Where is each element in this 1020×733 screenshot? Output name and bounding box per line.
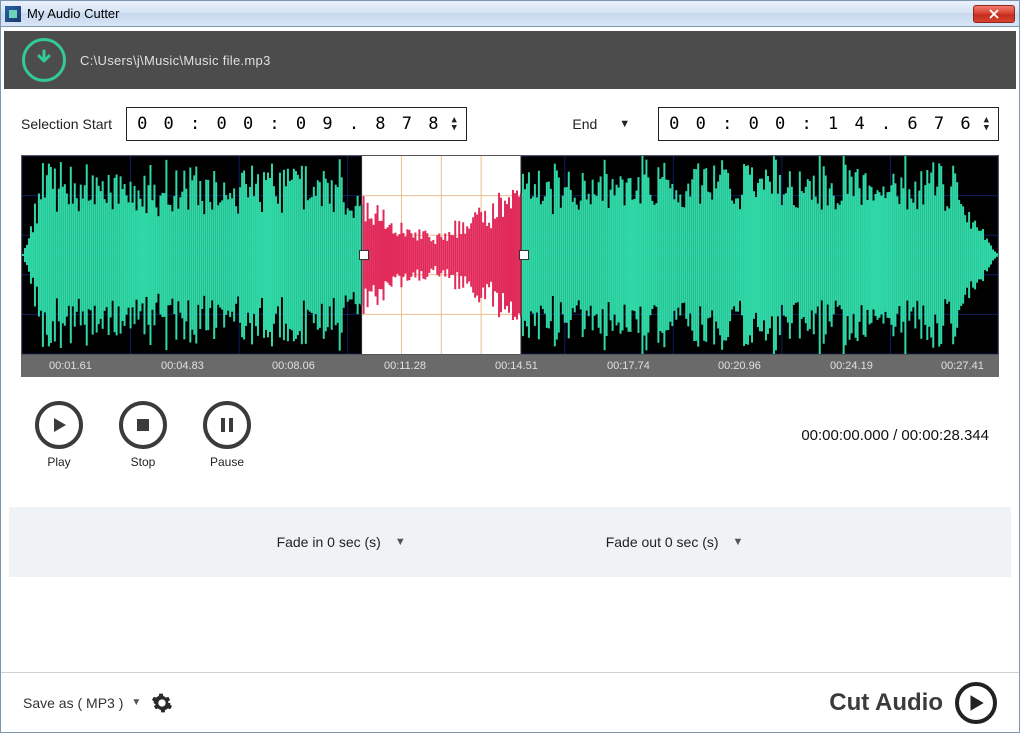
close-button[interactable] [973,5,1015,23]
file-bar: C:\Users\j\Music\Music file.mp3 [1,27,1019,89]
stop-icon [119,401,167,449]
fade-settings: Fade in 0 sec (s) ▼ Fade out 0 sec (s) ▼ [9,507,1011,577]
arrow-right-icon [955,682,997,724]
file-path: C:\Users\j\Music\Music file.mp3 [80,53,271,68]
selection-start-label: Selection Start [21,116,112,132]
ruler-tick: 00:01.61 [49,360,92,372]
playback-controls: Play Stop Pause 00:00:00.000 / 00:00:28.… [1,377,1019,489]
cut-audio-button[interactable]: Cut Audio [829,682,997,724]
play-button[interactable]: Play [35,401,83,469]
ruler-tick: 00:17.74 [607,360,650,372]
footer: Save as ( MP3 ) ▼ Cut Audio [1,672,1019,732]
start-spinner[interactable]: ▲▼ [451,116,459,132]
selection-start-value: 0 0 : 0 0 : 0 9 . 8 7 8 [137,114,441,134]
waveform[interactable] [21,155,999,355]
time-selection-row: Selection Start 0 0 : 0 0 : 0 9 . 8 7 8 … [1,89,1019,155]
ruler-tick: 00:04.83 [161,360,204,372]
chevron-down-icon: ▼ [395,536,406,548]
pause-icon [203,401,251,449]
gear-icon[interactable] [151,692,173,714]
selection-end-handle[interactable] [519,250,529,260]
pause-button[interactable]: Pause [203,401,251,469]
ruler-tick: 00:27.41 [941,360,984,372]
fade-out-dropdown[interactable]: Fade out 0 sec (s) ▼ [606,534,744,550]
app-icon [5,6,21,22]
ruler-tick: 00:20.96 [718,360,761,372]
selection-end-input[interactable]: 0 0 : 0 0 : 1 4 . 6 7 6 ▲▼ [658,107,999,141]
chevron-down-icon: ▼ [733,536,744,548]
selection-start-handle[interactable] [359,250,369,260]
load-file-button[interactable] [22,38,66,82]
save-as-dropdown[interactable]: Save as ( MP3 ) ▼ [23,695,141,711]
end-spinner[interactable]: ▲▼ [984,116,992,132]
play-icon [35,401,83,449]
end-dropdown-icon[interactable]: ▼ [619,118,630,130]
window-title: My Audio Cutter [27,6,973,21]
selection-end-label: End [572,116,597,132]
chevron-down-icon: ▼ [131,697,141,708]
time-ruler: 00:01.61 00:04.83 00:08.06 00:11.28 00:1… [21,355,999,377]
ruler-tick: 00:11.28 [384,360,426,372]
selection-start-input[interactable]: 0 0 : 0 0 : 0 9 . 8 7 8 ▲▼ [126,107,467,141]
titlebar: My Audio Cutter [1,1,1019,27]
selection-end-value: 0 0 : 0 0 : 1 4 . 6 7 6 [669,114,973,134]
ruler-tick: 00:08.06 [272,360,315,372]
ruler-tick: 00:14.51 [495,360,538,372]
playback-position: 00:00:00.000 / 00:00:28.344 [801,427,989,444]
ruler-tick: 00:24.19 [830,360,873,372]
stop-button[interactable]: Stop [119,401,167,469]
fade-in-dropdown[interactable]: Fade in 0 sec (s) ▼ [277,534,406,550]
